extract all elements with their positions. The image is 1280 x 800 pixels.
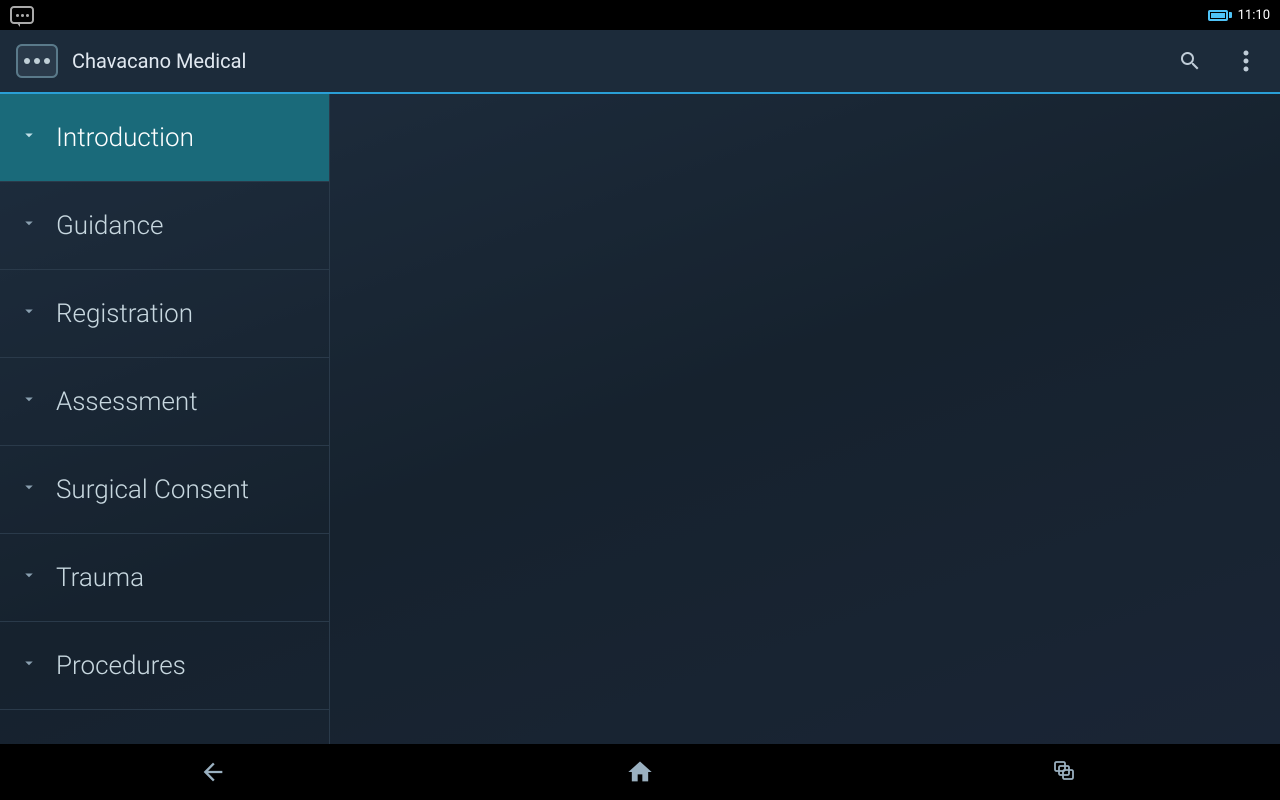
nav-label-trauma: Trauma [56, 563, 144, 593]
chevron-icon-procedures [20, 654, 38, 677]
chevron-icon-surgical-consent [20, 478, 38, 501]
clock: 11:10 [1238, 8, 1270, 23]
sidebar-item-guidance[interactable]: Guidance [0, 182, 329, 270]
bottom-bar [0, 744, 1280, 800]
sidebar-item-procedures[interactable]: Procedures [0, 622, 329, 710]
app-bar: Chavacano Medical [0, 30, 1280, 94]
sidebar-item-introduction[interactable]: Introduction [0, 94, 329, 182]
overflow-menu-button[interactable] [1228, 43, 1264, 79]
status-bar-right: 11:10 [1208, 8, 1270, 23]
nav-label-procedures: Procedures [56, 651, 186, 681]
nav-label-surgical-consent: Surgical Consent [56, 475, 249, 505]
nav-label-guidance: Guidance [56, 211, 163, 241]
content-area [330, 94, 1280, 744]
notification-icon [10, 6, 34, 24]
app-bar-actions [1172, 43, 1264, 79]
recents-button[interactable] [1027, 752, 1107, 792]
battery-icon [1208, 10, 1232, 21]
chevron-icon-assessment [20, 390, 38, 413]
chevron-icon-introduction [20, 126, 38, 149]
nav-label-assessment: Assessment [56, 387, 198, 417]
logo-dots [24, 58, 50, 64]
sidebar: Introduction Guidance Registration Assessme… [0, 94, 330, 744]
sidebar-item-surgical-consent[interactable]: Surgical Consent [0, 446, 329, 534]
search-button[interactable] [1172, 43, 1208, 79]
sidebar-item-trauma[interactable]: Trauma [0, 534, 329, 622]
status-bar: 11:10 [0, 0, 1280, 30]
app-logo [16, 44, 58, 78]
chevron-icon-registration [20, 302, 38, 325]
nav-label-introduction: Introduction [56, 123, 194, 153]
chevron-icon-trauma [20, 566, 38, 589]
home-button[interactable] [600, 752, 680, 792]
status-bar-left [10, 6, 34, 24]
back-button[interactable] [173, 752, 253, 792]
sidebar-item-registration[interactable]: Registration [0, 270, 329, 358]
nav-label-registration: Registration [56, 299, 193, 329]
chevron-icon-guidance [20, 214, 38, 237]
main-content: Introduction Guidance Registration Assessme… [0, 94, 1280, 744]
sidebar-item-assessment[interactable]: Assessment [0, 358, 329, 446]
app-title: Chavacano Medical [72, 49, 1172, 73]
